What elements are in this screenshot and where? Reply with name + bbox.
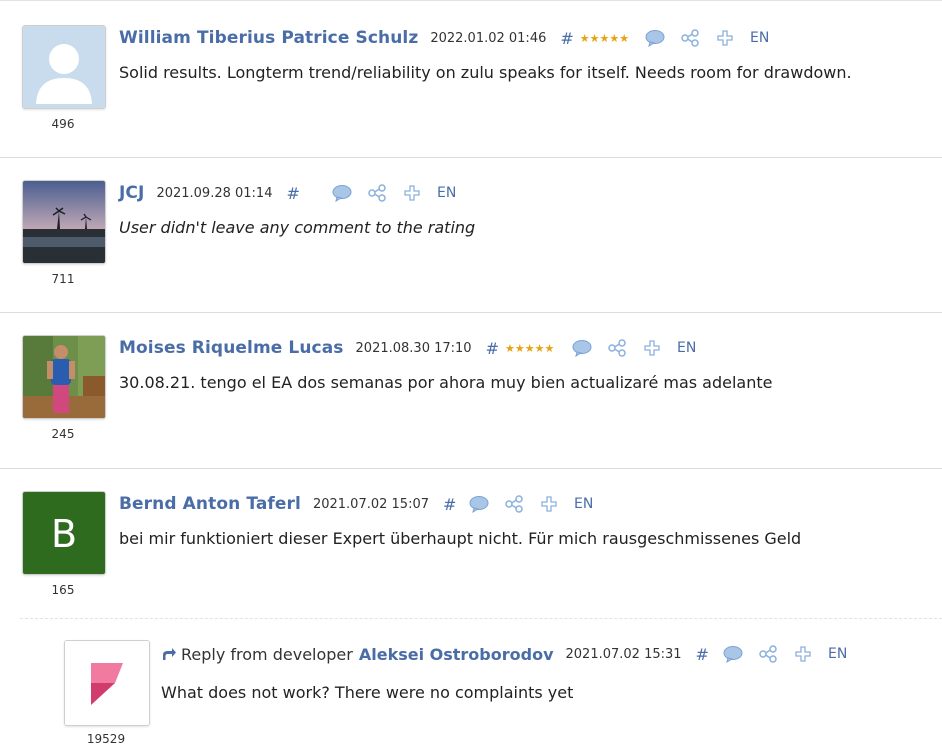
rating-stars: ★ ★ ★ ★ ★ bbox=[580, 33, 629, 44]
permalink-hash[interactable]: # bbox=[443, 495, 456, 514]
author-name[interactable]: William Tiberius Patrice Schulz bbox=[119, 28, 418, 48]
star-icon: ★ bbox=[589, 31, 600, 45]
permalink-hash[interactable]: # bbox=[560, 29, 573, 48]
author-name[interactable]: Moises Riquelme Lucas bbox=[119, 338, 344, 358]
sunset-photo-icon bbox=[23, 181, 105, 263]
person-photo-icon bbox=[23, 336, 105, 418]
author-name[interactable]: JCJ bbox=[119, 183, 144, 203]
reputation-count: 245 bbox=[51, 427, 75, 441]
language-link[interactable]: EN bbox=[437, 185, 456, 201]
language-link[interactable]: EN bbox=[677, 340, 696, 356]
reply-date: 2021.07.02 15:31 bbox=[565, 646, 682, 662]
permalink-hash[interactable]: # bbox=[696, 645, 709, 664]
star-icon: ★ bbox=[544, 341, 555, 355]
review-text: Solid results. Longterm trend/reliabilit… bbox=[119, 63, 852, 82]
review-date: 2021.09.28 01:14 bbox=[156, 185, 273, 201]
plus-icon[interactable] bbox=[404, 185, 420, 201]
default-user-icon bbox=[23, 26, 105, 108]
language-link[interactable]: EN bbox=[750, 30, 769, 46]
share-icon[interactable] bbox=[608, 339, 626, 357]
reputation-count: 19529 bbox=[86, 732, 126, 746]
review-text: User didn't leave any comment to the rat… bbox=[119, 218, 476, 237]
star-icon: ★ bbox=[609, 31, 620, 45]
language-link[interactable]: EN bbox=[828, 646, 847, 662]
review-item: B 165 Bernd Anton Taferl 2021.07.02 15:0… bbox=[0, 468, 942, 618]
permalink-hash[interactable]: # bbox=[486, 339, 499, 358]
star-icon: ★ bbox=[514, 341, 525, 355]
letter-avatar-icon: B bbox=[23, 492, 105, 574]
avatar[interactable] bbox=[22, 25, 106, 109]
rating-stars: ★ ★ ★ ★ ★ bbox=[505, 343, 554, 354]
reply-label: Reply from developer bbox=[181, 644, 353, 664]
plus-icon[interactable] bbox=[541, 496, 557, 512]
share-icon[interactable] bbox=[759, 645, 777, 663]
comment-icon[interactable] bbox=[469, 495, 489, 513]
reputation-count: 165 bbox=[51, 583, 75, 597]
review-text: bei mir funktioniert dieser Expert überh… bbox=[119, 529, 802, 548]
star-icon: ★ bbox=[599, 31, 610, 45]
reply-text: What does not work? There were no compla… bbox=[161, 683, 574, 702]
plus-icon[interactable] bbox=[717, 30, 733, 46]
avatar[interactable] bbox=[22, 180, 106, 264]
share-icon[interactable] bbox=[368, 184, 386, 202]
plus-icon[interactable] bbox=[644, 340, 660, 356]
comment-icon[interactable] bbox=[723, 645, 743, 663]
avatar[interactable] bbox=[22, 335, 106, 419]
avatar-letter: B bbox=[51, 512, 77, 556]
comment-icon[interactable] bbox=[332, 184, 352, 202]
review-date: 2021.07.02 15:07 bbox=[312, 496, 429, 512]
plus-icon[interactable] bbox=[795, 646, 811, 662]
developer-reply: 19529 Reply from developer Aleksei Ostro… bbox=[0, 618, 942, 754]
share-icon[interactable] bbox=[681, 29, 699, 47]
star-icon: ★ bbox=[524, 341, 535, 355]
avatar[interactable]: B bbox=[22, 491, 106, 575]
author-name[interactable]: Bernd Anton Taferl bbox=[119, 494, 301, 514]
star-icon: ★ bbox=[579, 31, 590, 45]
review-item: 711 JCJ 2021.09.28 01:14 # EN User didn'… bbox=[0, 157, 942, 312]
developer-logo-icon bbox=[65, 641, 149, 725]
review-date: 2021.08.30 17:10 bbox=[355, 340, 472, 356]
review-item: 245 Moises Riquelme Lucas 2021.08.30 17:… bbox=[0, 312, 942, 468]
avatar[interactable] bbox=[64, 640, 150, 726]
permalink-hash[interactable]: # bbox=[286, 184, 299, 203]
reply-arrow-icon bbox=[161, 647, 177, 661]
language-link[interactable]: EN bbox=[574, 496, 593, 512]
developer-name[interactable]: Aleksei Ostroborodov bbox=[359, 645, 554, 664]
star-icon: ★ bbox=[619, 31, 630, 45]
star-icon: ★ bbox=[504, 341, 515, 355]
review-item: 496 William Tiberius Patrice Schulz 2022… bbox=[0, 0, 942, 157]
comment-icon[interactable] bbox=[645, 29, 665, 47]
share-icon[interactable] bbox=[505, 495, 523, 513]
review-text: 30.08.21. tengo el EA dos semanas por ah… bbox=[119, 373, 773, 392]
reputation-count: 711 bbox=[51, 272, 75, 286]
star-icon: ★ bbox=[534, 341, 545, 355]
review-date: 2022.01.02 01:46 bbox=[430, 30, 547, 46]
comment-icon[interactable] bbox=[572, 339, 592, 357]
reputation-count: 496 bbox=[51, 117, 75, 131]
